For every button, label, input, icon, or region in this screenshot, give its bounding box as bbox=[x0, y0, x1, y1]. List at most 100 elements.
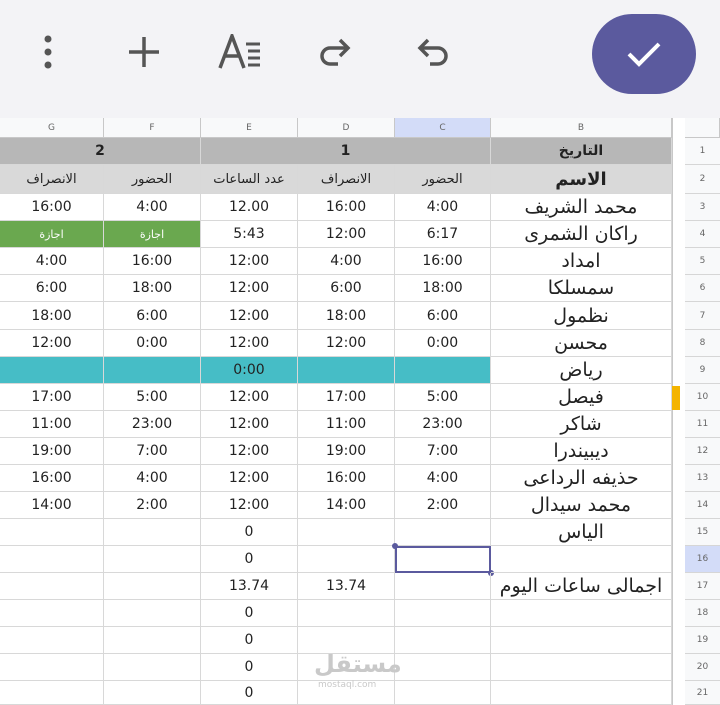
cell-edc1[interactable]: 1 bbox=[201, 138, 491, 165]
cell-f6[interactable]: 18:00 bbox=[104, 275, 201, 302]
cell-g18[interactable] bbox=[0, 600, 104, 627]
cell-b20[interactable] bbox=[491, 654, 672, 681]
cell-b11[interactable]: شاكر bbox=[491, 411, 672, 438]
confirm-button[interactable] bbox=[592, 14, 696, 94]
cell-c16[interactable] bbox=[395, 546, 491, 573]
cell-c20[interactable] bbox=[395, 654, 491, 681]
cell-e19[interactable]: 0 bbox=[201, 627, 298, 654]
column-header-c[interactable]: C bbox=[395, 118, 491, 138]
cell-c6[interactable]: 18:00 bbox=[395, 275, 491, 302]
cell-c21[interactable] bbox=[395, 681, 491, 705]
row-header-14[interactable]: 14 bbox=[685, 492, 720, 519]
cell-e9[interactable]: 0:00 bbox=[201, 357, 298, 384]
cell-d13[interactable]: 16:00 bbox=[298, 465, 395, 492]
column-header-e[interactable]: E bbox=[201, 118, 298, 138]
cell-b2[interactable]: الاسم bbox=[491, 165, 672, 194]
text-format-icon[interactable] bbox=[210, 22, 270, 82]
cell-b14[interactable]: محمد سيدال bbox=[491, 492, 672, 519]
cell-d5[interactable]: 4:00 bbox=[298, 248, 395, 275]
cell-e2[interactable]: عدد الساعات bbox=[201, 165, 298, 194]
cell-f8[interactable]: 0:00 bbox=[104, 330, 201, 357]
undo-icon[interactable] bbox=[402, 22, 462, 82]
cell-b15[interactable]: الياس bbox=[491, 519, 672, 546]
cell-f15[interactable] bbox=[104, 519, 201, 546]
cell-f3[interactable]: 4:00 bbox=[104, 194, 201, 221]
cell-c7[interactable]: 6:00 bbox=[395, 302, 491, 330]
cell-f21[interactable] bbox=[104, 681, 201, 705]
cell-e7[interactable]: 12:00 bbox=[201, 302, 298, 330]
cell-d7[interactable]: 18:00 bbox=[298, 302, 395, 330]
row-header-6[interactable]: 6 bbox=[685, 275, 720, 302]
cell-e5[interactable]: 12:00 bbox=[201, 248, 298, 275]
row-header-1[interactable]: 1 bbox=[685, 138, 720, 165]
cell-e8[interactable]: 12:00 bbox=[201, 330, 298, 357]
cell-d3[interactable]: 16:00 bbox=[298, 194, 395, 221]
cell-e14[interactable]: 12:00 bbox=[201, 492, 298, 519]
cell-g17[interactable] bbox=[0, 573, 104, 600]
cell-g7[interactable]: 18:00 bbox=[0, 302, 104, 330]
cell-gf1[interactable]: 2 bbox=[0, 138, 201, 165]
cell-d15[interactable] bbox=[298, 519, 395, 546]
cell-c2[interactable]: الحضور bbox=[395, 165, 491, 194]
cell-b13[interactable]: حذيفه الرداعى bbox=[491, 465, 672, 492]
cell-e21[interactable]: 0 bbox=[201, 681, 298, 705]
cell-g11[interactable]: 11:00 bbox=[0, 411, 104, 438]
cell-d4[interactable]: 12:00 bbox=[298, 221, 395, 248]
cell-g3[interactable]: 16:00 bbox=[0, 194, 104, 221]
cell-f17[interactable] bbox=[104, 573, 201, 600]
cell-c8[interactable]: 0:00 bbox=[395, 330, 491, 357]
cell-d18[interactable] bbox=[298, 600, 395, 627]
row-header-11[interactable]: 11 bbox=[685, 411, 720, 438]
cell-d10[interactable]: 17:00 bbox=[298, 384, 395, 411]
cell-d12[interactable]: 19:00 bbox=[298, 438, 395, 465]
cell-f7[interactable]: 6:00 bbox=[104, 302, 201, 330]
cell-e10[interactable]: 12:00 bbox=[201, 384, 298, 411]
cell-f5[interactable]: 16:00 bbox=[104, 248, 201, 275]
cell-f2[interactable]: الحضور bbox=[104, 165, 201, 194]
row-header-21[interactable]: 21 bbox=[685, 681, 720, 705]
row-header-10[interactable]: 10 bbox=[685, 384, 720, 411]
more-vertical-icon[interactable] bbox=[18, 22, 78, 82]
cell-c12[interactable]: 7:00 bbox=[395, 438, 491, 465]
row-header-17[interactable]: 17 bbox=[685, 573, 720, 600]
cell-b18[interactable] bbox=[491, 600, 672, 627]
cell-f18[interactable] bbox=[104, 600, 201, 627]
cell-b19[interactable] bbox=[491, 627, 672, 654]
cell-b12[interactable]: ديبيندرا bbox=[491, 438, 672, 465]
row-header-7[interactable]: 7 bbox=[685, 302, 720, 330]
cell-c13[interactable]: 4:00 bbox=[395, 465, 491, 492]
column-header-f[interactable]: F bbox=[104, 118, 201, 138]
cell-b4[interactable]: راكان الشمرى bbox=[491, 221, 672, 248]
cell-b16[interactable] bbox=[491, 546, 672, 573]
cell-g9[interactable] bbox=[0, 357, 104, 384]
column-header-d[interactable]: D bbox=[298, 118, 395, 138]
cell-d17[interactable]: 13.74 bbox=[298, 573, 395, 600]
cell-g19[interactable] bbox=[0, 627, 104, 654]
cell-g16[interactable] bbox=[0, 546, 104, 573]
cell-f11[interactable]: 23:00 bbox=[104, 411, 201, 438]
cell-d2[interactable]: الانصراف bbox=[298, 165, 395, 194]
cell-e12[interactable]: 12:00 bbox=[201, 438, 298, 465]
row-header-15[interactable]: 15 bbox=[685, 519, 720, 546]
cell-b3[interactable]: محمد الشريف bbox=[491, 194, 672, 221]
selection-handle[interactable] bbox=[392, 543, 398, 549]
cell-c18[interactable] bbox=[395, 600, 491, 627]
cell-f19[interactable] bbox=[104, 627, 201, 654]
cell-g15[interactable] bbox=[0, 519, 104, 546]
cell-f10[interactable]: 5:00 bbox=[104, 384, 201, 411]
row-header-12[interactable]: 12 bbox=[685, 438, 720, 465]
row-header-2[interactable]: 2 bbox=[685, 165, 720, 194]
cell-f12[interactable]: 7:00 bbox=[104, 438, 201, 465]
cell-c19[interactable] bbox=[395, 627, 491, 654]
cell-f13[interactable]: 4:00 bbox=[104, 465, 201, 492]
row-header-9[interactable]: 9 bbox=[685, 357, 720, 384]
cell-c14[interactable]: 2:00 bbox=[395, 492, 491, 519]
cell-e16[interactable]: 0 bbox=[201, 546, 298, 573]
cell-c5[interactable]: 16:00 bbox=[395, 248, 491, 275]
cell-g2[interactable]: الانصراف bbox=[0, 165, 104, 194]
cell-d6[interactable]: 6:00 bbox=[298, 275, 395, 302]
cell-e20[interactable]: 0 bbox=[201, 654, 298, 681]
cell-d9[interactable] bbox=[298, 357, 395, 384]
cell-g21[interactable] bbox=[0, 681, 104, 705]
cell-c9[interactable] bbox=[395, 357, 491, 384]
